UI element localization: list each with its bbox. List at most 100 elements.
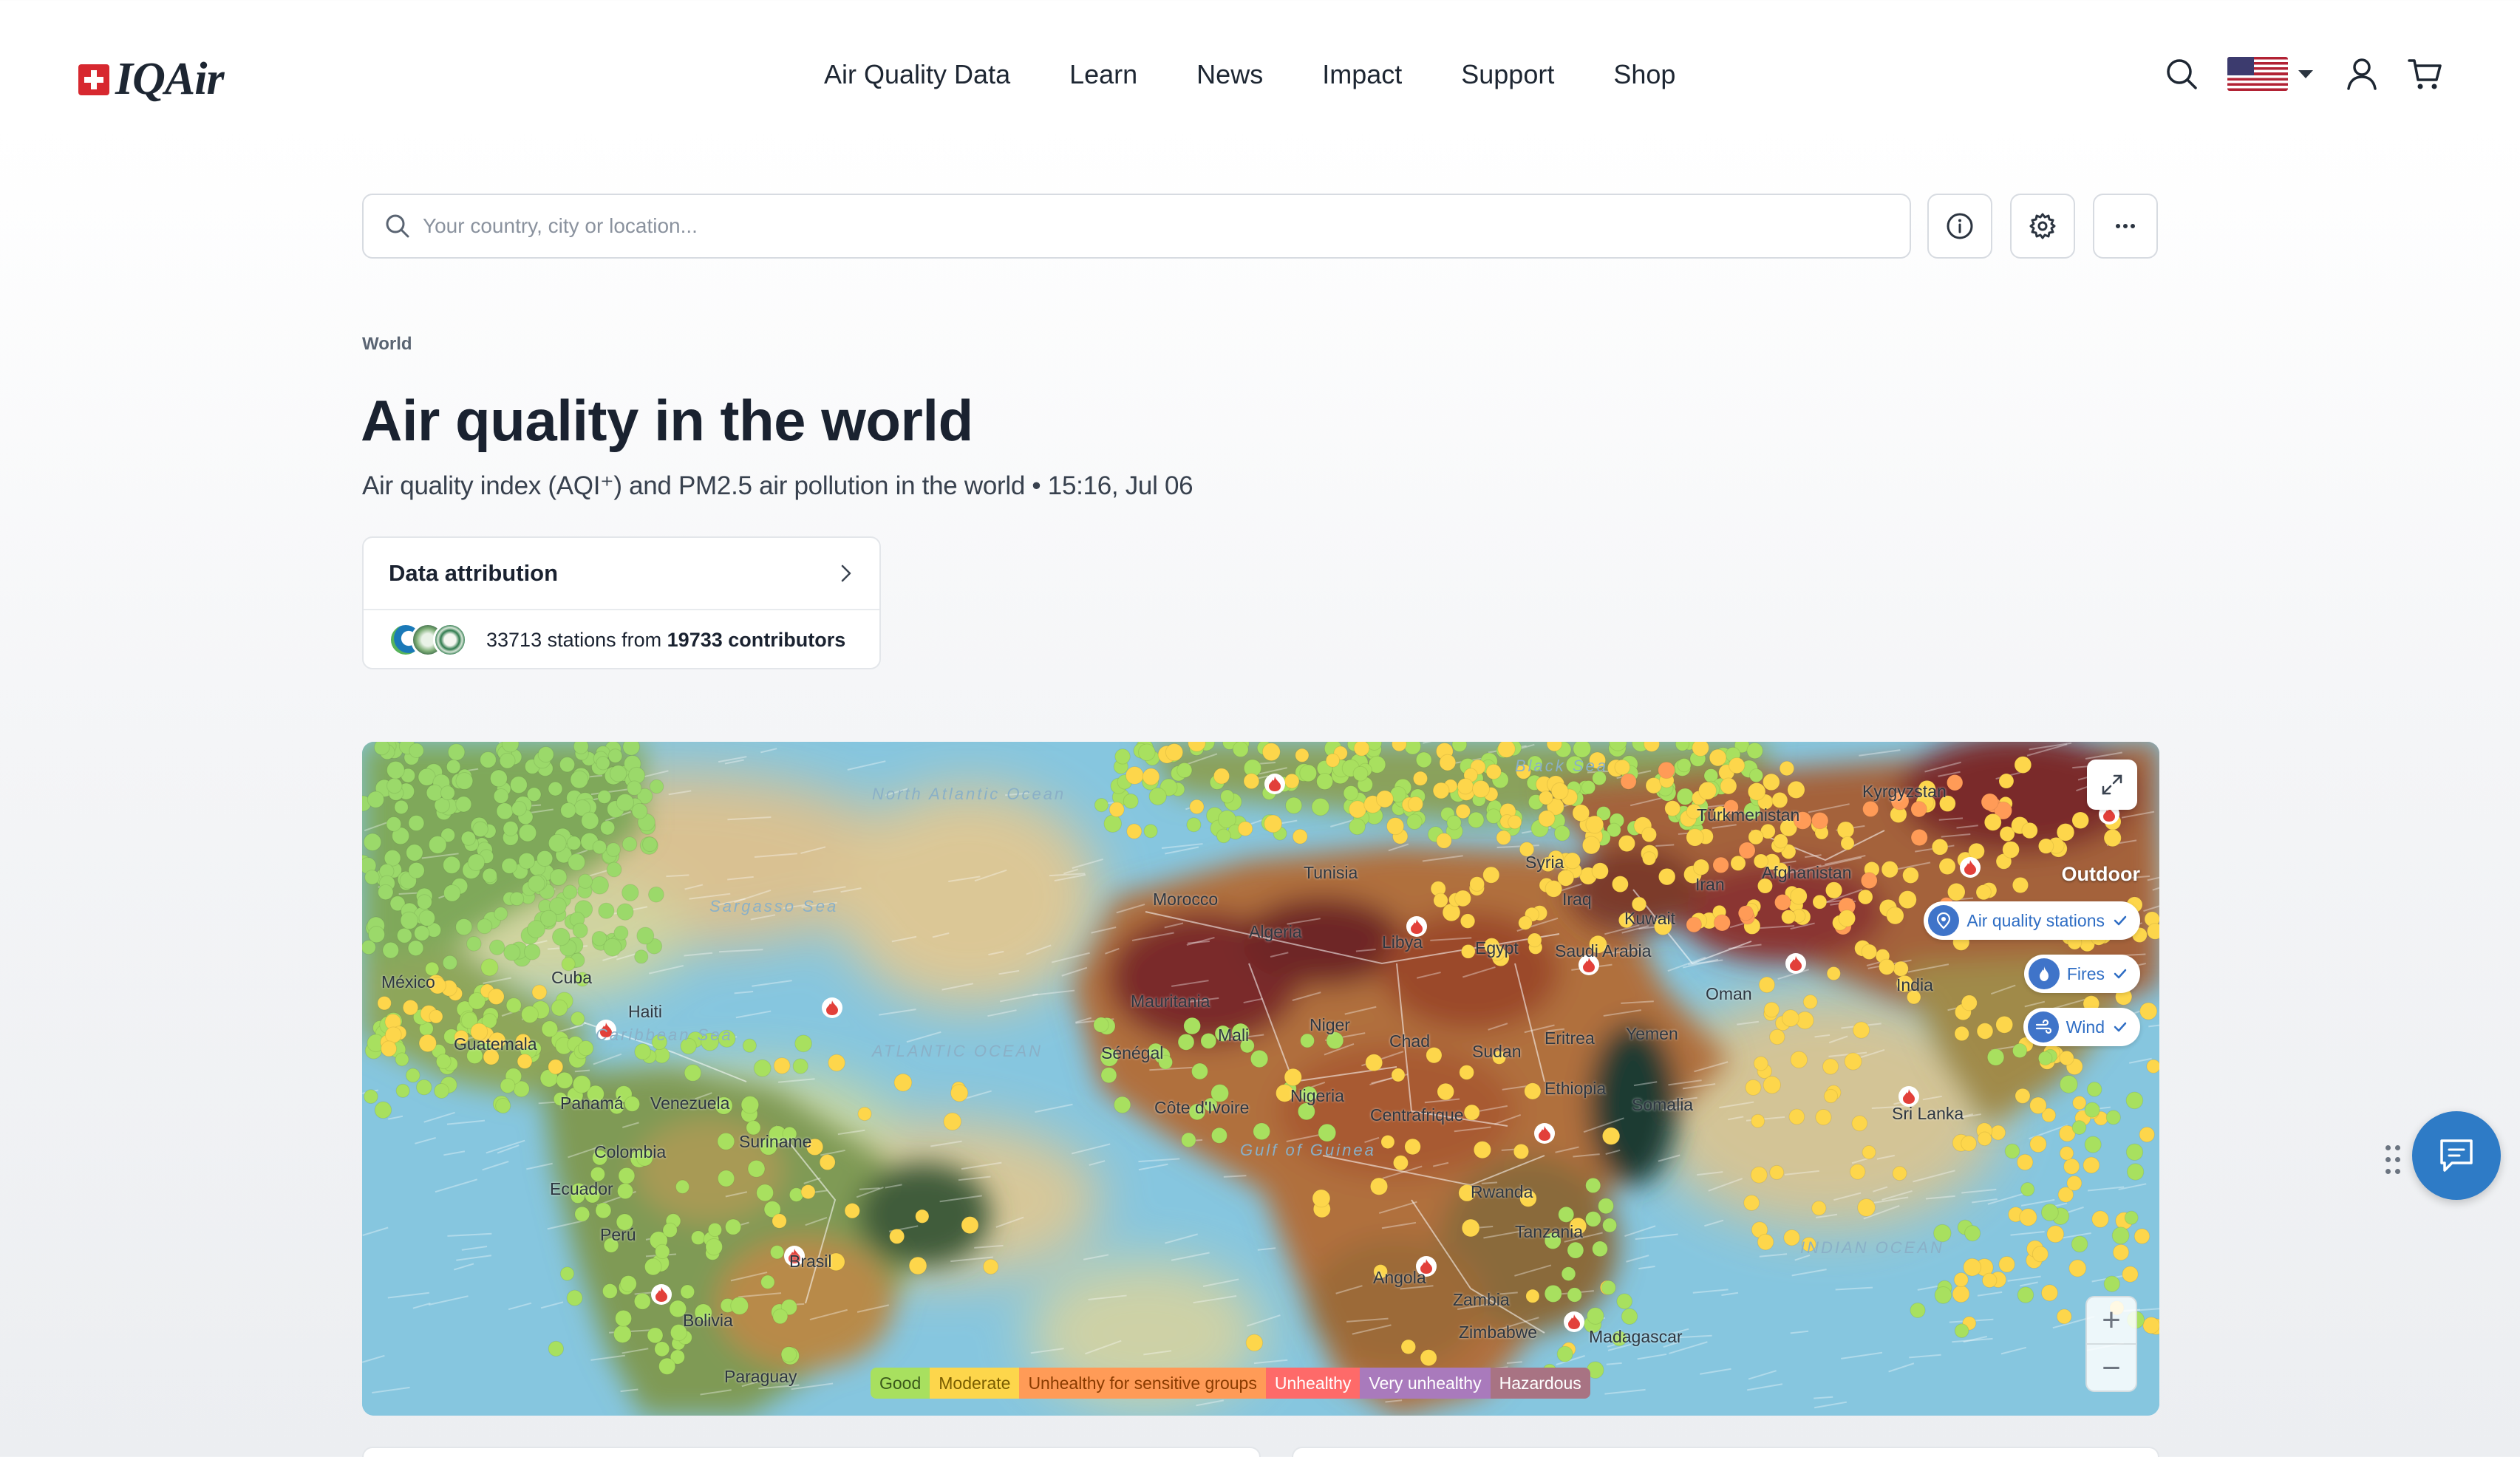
station-marker: [1300, 1085, 1318, 1103]
station-marker: [2146, 923, 2159, 940]
station-marker: [893, 1073, 913, 1092]
station-marker: [1947, 774, 1964, 791]
station-marker: [1239, 1038, 1255, 1054]
location-search[interactable]: [362, 194, 1911, 259]
station-marker: [363, 833, 382, 851]
chat-button[interactable]: [2412, 1111, 2501, 1200]
station-marker: [1747, 782, 1766, 801]
drag-handle-icon[interactable]: [2386, 1145, 2402, 1175]
station-marker: [466, 1047, 483, 1065]
station-marker: [619, 1275, 637, 1293]
station-marker: [1220, 789, 1235, 804]
station-marker: [2004, 1143, 2020, 1159]
station-marker: [1365, 1054, 1383, 1072]
station-marker: [2139, 1002, 2158, 1020]
station-marker: [1527, 932, 1542, 948]
station-marker: [1189, 799, 1205, 815]
station-marker: [1910, 800, 1927, 818]
station-marker: [1954, 1026, 1969, 1042]
station-marker: [1712, 856, 1729, 874]
station-marker: [1243, 773, 1260, 790]
station-marker: [1815, 1108, 1832, 1126]
zoom-out-button[interactable]: −: [2087, 1345, 2136, 1392]
station-marker: [616, 903, 634, 921]
search-input[interactable]: [423, 214, 1827, 238]
station-marker: [1569, 1217, 1587, 1235]
contributor-avatars: [389, 623, 467, 657]
search-icon[interactable]: [2161, 53, 2202, 95]
nav-air-quality-data[interactable]: Air Quality Data: [824, 59, 1010, 90]
station-marker: [609, 1099, 624, 1115]
language-selector[interactable]: [2227, 57, 2313, 91]
check-icon: [2114, 1022, 2127, 1032]
station-marker: [2056, 1308, 2072, 1325]
station-marker: [1177, 1033, 1195, 1051]
station-marker: [1103, 814, 1123, 833]
station-marker: [1373, 1264, 1388, 1279]
nav-news[interactable]: News: [1196, 59, 1263, 90]
station-marker: [396, 927, 412, 944]
station-marker: [694, 1303, 712, 1322]
station-marker: [690, 1230, 706, 1246]
station-marker: [1311, 797, 1330, 816]
header-actions: [2161, 53, 2446, 95]
info-button[interactable]: [1927, 194, 1992, 259]
station-marker: [1692, 742, 1709, 757]
nav-learn[interactable]: Learn: [1069, 59, 1137, 90]
station-marker: [2072, 1096, 2087, 1110]
station-marker: [1123, 793, 1139, 809]
zoom-in-button[interactable]: +: [2087, 1297, 2136, 1345]
nav-impact[interactable]: Impact: [1322, 59, 1402, 90]
station-marker: [531, 984, 548, 1000]
station-marker: [1550, 782, 1569, 800]
layer-toggle-air-quality-stations[interactable]: Air quality stations: [1924, 901, 2140, 940]
station-marker: [2063, 1158, 2080, 1175]
station-marker: [548, 1340, 565, 1357]
settings-button[interactable]: [2010, 194, 2075, 259]
us-flag-icon: [2227, 57, 2288, 91]
station-marker: [1100, 1048, 1119, 1067]
station-marker: [1485, 763, 1502, 780]
station-marker: [429, 1009, 443, 1024]
world-air-quality-map[interactable]: North Atlantic Ocean Sargasso Sea ATLANT…: [362, 742, 2159, 1416]
station-marker: [1264, 814, 1283, 833]
station-marker: [477, 918, 493, 935]
station-marker: [603, 1238, 619, 1253]
fullscreen-button[interactable]: [2087, 760, 2137, 810]
station-marker: [2015, 1088, 2031, 1104]
station-marker: [1457, 778, 1474, 795]
fire-marker: [1785, 953, 1806, 974]
station-marker: [773, 1057, 791, 1074]
data-attribution-header[interactable]: Data attribution: [364, 538, 879, 610]
layer-toggle-fires[interactable]: Fires: [2023, 955, 2140, 993]
station-marker: [470, 1023, 488, 1041]
nav-support[interactable]: Support: [1461, 59, 1554, 90]
station-marker: [747, 1159, 766, 1178]
more-options-button[interactable]: [2093, 194, 2158, 259]
station-marker: [717, 1132, 735, 1150]
station-marker: [561, 957, 576, 972]
station-marker: [1585, 815, 1604, 834]
cart-icon[interactable]: [2405, 53, 2446, 95]
station-marker: [1986, 1048, 2005, 1066]
contributors-count[interactable]: 19733 contributors: [667, 629, 846, 651]
station-marker: [496, 802, 514, 820]
breadcrumb[interactable]: World: [362, 334, 412, 355]
station-marker: [402, 999, 419, 1016]
layer-toggle-wind[interactable]: Wind: [2023, 1008, 2140, 1046]
iqair-logo[interactable]: IQAir: [78, 53, 225, 106]
station-marker: [1757, 1233, 1774, 1251]
station-marker: [1312, 1189, 1331, 1208]
station-marker: [1788, 1108, 1805, 1125]
station-marker: [1618, 834, 1635, 853]
station-marker: [566, 1289, 583, 1306]
station-marker: [2105, 1110, 2121, 1125]
station-marker: [1771, 791, 1788, 808]
station-marker: [2091, 1210, 2109, 1228]
nav-shop[interactable]: Shop: [1613, 59, 1675, 90]
station-marker: [2139, 1126, 2155, 1143]
station-marker: [647, 1327, 664, 1344]
wind-icon: [2027, 1011, 2059, 1043]
user-icon[interactable]: [2341, 53, 2383, 95]
station-marker: [367, 926, 386, 944]
